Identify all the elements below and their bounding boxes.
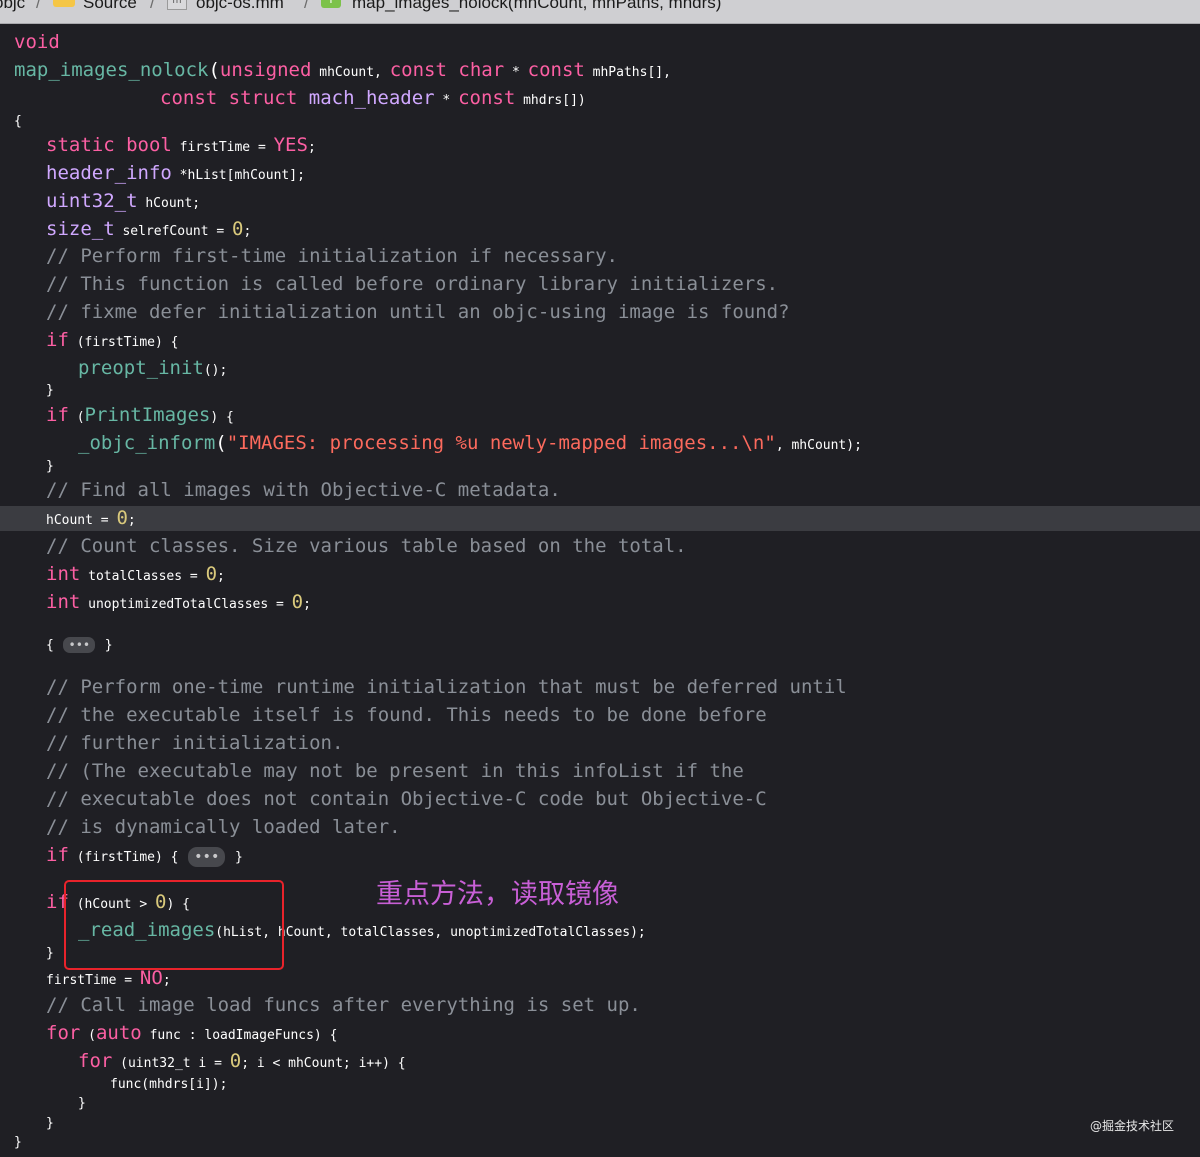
folder-icon [53,0,75,7]
code-comment: // the executable itself is found. This … [46,704,767,726]
objc-file-icon: m [167,0,187,10]
watermark: @掘金技术社区 [1090,1119,1175,1133]
code-line: } [78,1096,86,1111]
code-line: const struct mach_header * const mhdrs[]… [160,87,586,109]
current-line-highlight [0,506,1200,531]
breadcrumb-item-function[interactable]: map_images_nolock(mhCount, mhPaths, mhdr… [352,0,721,13]
breadcrumb-item-source[interactable]: Source [83,0,137,13]
code-line: void [14,31,60,53]
breadcrumb-separator: / [36,0,41,12]
code-line: if (firstTime) { [46,329,179,351]
code-line: } [14,1135,22,1150]
code-line: size_t selrefCount = 0; [46,218,252,240]
code-line: int unoptimizedTotalClasses = 0; [46,591,311,613]
code-line: int totalClasses = 0; [46,563,225,585]
code-comment: // Find all images with Objective-C meta… [46,479,561,501]
code-line: } [46,383,54,398]
breadcrumb-item-file[interactable]: objc-os.mm [196,0,284,13]
code-comment: // Perform first-time initialization if … [46,245,618,267]
code-line: } [46,459,54,474]
code-line: if (firstTime) { ••• } [46,844,243,867]
code-comment: // (The executable may not be present in… [46,760,744,782]
code-comment: // further initialization. [46,732,344,754]
code-comment: // Call image load funcs after everythin… [46,994,641,1016]
code-line: static bool firstTime = YES; [46,134,316,156]
code-line: preopt_init(); [78,357,228,379]
code-comment: // This function is called before ordina… [46,273,779,295]
code-line: uint32_t hCount; [46,190,201,212]
breadcrumb: objc / Source / m objc-os.mm / f map_ima… [0,0,1200,24]
code-comment: // fixme defer initialization until an o… [46,301,790,323]
code-line-current: hCount = 0; [46,507,136,529]
breadcrumb-item-objc[interactable]: objc [0,0,25,13]
fold-toggle[interactable]: ••• [188,846,226,867]
code-line: } [46,1116,54,1131]
code-line: map_images_nolock(unsigned mhCount, cons… [14,59,671,81]
code-comment: // executable does not contain Objective… [46,788,767,810]
breadcrumb-separator: / [304,0,309,12]
code-comment: // Count classes. Size various table bas… [46,535,687,557]
code-line: _objc_inform("IMAGES: processing %u newl… [78,432,862,454]
fold-toggle[interactable]: ••• [63,636,96,653]
code-line: } [46,946,54,961]
highlight-box [64,880,284,970]
code-comment: // is dynamically loaded later. [46,816,401,838]
code-line: if (PrintImages) { [46,404,234,426]
code-comment: // Perform one-time runtime initializati… [46,676,847,698]
code-line: { ••• } [46,636,113,653]
code-line: header_info *hList[mhCount]; [46,162,305,184]
code-line: { [14,114,22,129]
annotation-note: 重点方法，读取镜像 [376,879,619,910]
code-line: func(mhdrs[i]); [110,1077,228,1092]
breadcrumb-separator: / [150,0,155,12]
function-icon: f [321,0,341,8]
code-line: for (auto func : loadImageFuncs) { [46,1022,338,1044]
